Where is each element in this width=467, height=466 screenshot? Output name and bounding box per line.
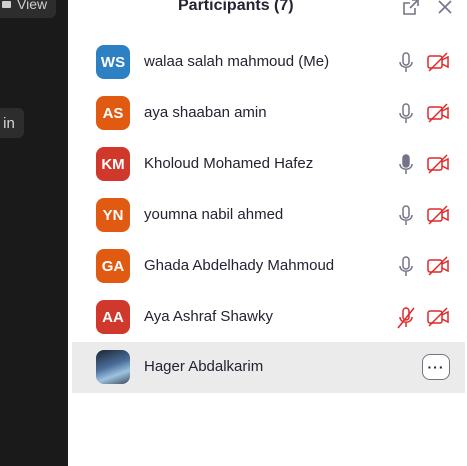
avatar-initials: AA: [102, 308, 124, 326]
more-icon: ···: [427, 359, 445, 375]
video-off-icon[interactable]: [426, 51, 450, 73]
participant-name: walaa salah mahmoud (Me): [144, 53, 330, 70]
avatar-initials: GA: [101, 257, 125, 275]
avatar-photo: [96, 350, 130, 384]
video-off-icon[interactable]: [426, 102, 450, 124]
close-icon[interactable]: [435, 0, 455, 17]
side-button[interactable]: in: [0, 108, 24, 138]
participant-name: aya shaaban amin: [144, 104, 267, 121]
participant-row[interactable]: WS walaa salah mahmoud (Me): [72, 37, 465, 88]
side-button-label: in: [3, 114, 15, 132]
avatar: AS: [96, 96, 130, 130]
participant-name: youmna nabil ahmed: [144, 206, 284, 223]
microphone-icon[interactable]: [396, 51, 416, 75]
participant-name: Kholoud Mohamed Hafez: [144, 155, 314, 172]
participant-row[interactable]: YN youmna nabil ahmed: [72, 190, 465, 241]
panel-title: Participants (7): [178, 0, 294, 14]
avatar-initials: KM: [101, 155, 125, 173]
avatar-initials: AS: [102, 104, 124, 122]
participant-row[interactable]: Hager Abdalkarim ···: [72, 342, 465, 393]
participant-row[interactable]: AS aya shaaban amin: [72, 88, 465, 139]
more-options-button[interactable]: ···: [422, 354, 450, 380]
view-button[interactable]: View: [0, 0, 56, 18]
video-off-icon[interactable]: [426, 255, 450, 277]
participant-name: Aya Ashraf Shawky: [144, 308, 273, 325]
view-button-label: View: [17, 0, 48, 12]
microphone-icon[interactable]: [396, 255, 416, 279]
avatar: YN: [96, 198, 130, 232]
view-icon: [2, 0, 11, 8]
microphone-muted-icon[interactable]: [396, 306, 416, 330]
microphone-active-icon[interactable]: [396, 153, 416, 177]
participant-row[interactable]: KM Kholoud Mohamed Hafez: [72, 139, 465, 190]
avatar: WS: [96, 45, 130, 79]
microphone-icon[interactable]: [396, 204, 416, 228]
video-off-icon[interactable]: [426, 153, 450, 175]
participants-panel: Participants (7) WS walaa salah mahmoud …: [68, 0, 467, 466]
pop-out-icon[interactable]: [401, 0, 421, 17]
participant-row[interactable]: GA Ghada Abdelhady Mahmoud: [72, 241, 465, 292]
avatar-initials: YN: [102, 206, 124, 224]
avatar: KM: [96, 147, 130, 181]
video-off-icon[interactable]: [426, 306, 450, 328]
meeting-left-pane: View in: [0, 0, 68, 466]
participant-name: Hager Abdalkarim: [144, 358, 264, 375]
microphone-icon[interactable]: [396, 102, 416, 126]
avatar: GA: [96, 249, 130, 283]
participant-name: Ghada Abdelhady Mahmoud: [144, 257, 335, 274]
avatar: AA: [96, 300, 130, 334]
participant-row[interactable]: AA Aya Ashraf Shawky: [72, 292, 465, 343]
video-off-icon[interactable]: [426, 204, 450, 226]
avatar-initials: WS: [100, 53, 126, 71]
